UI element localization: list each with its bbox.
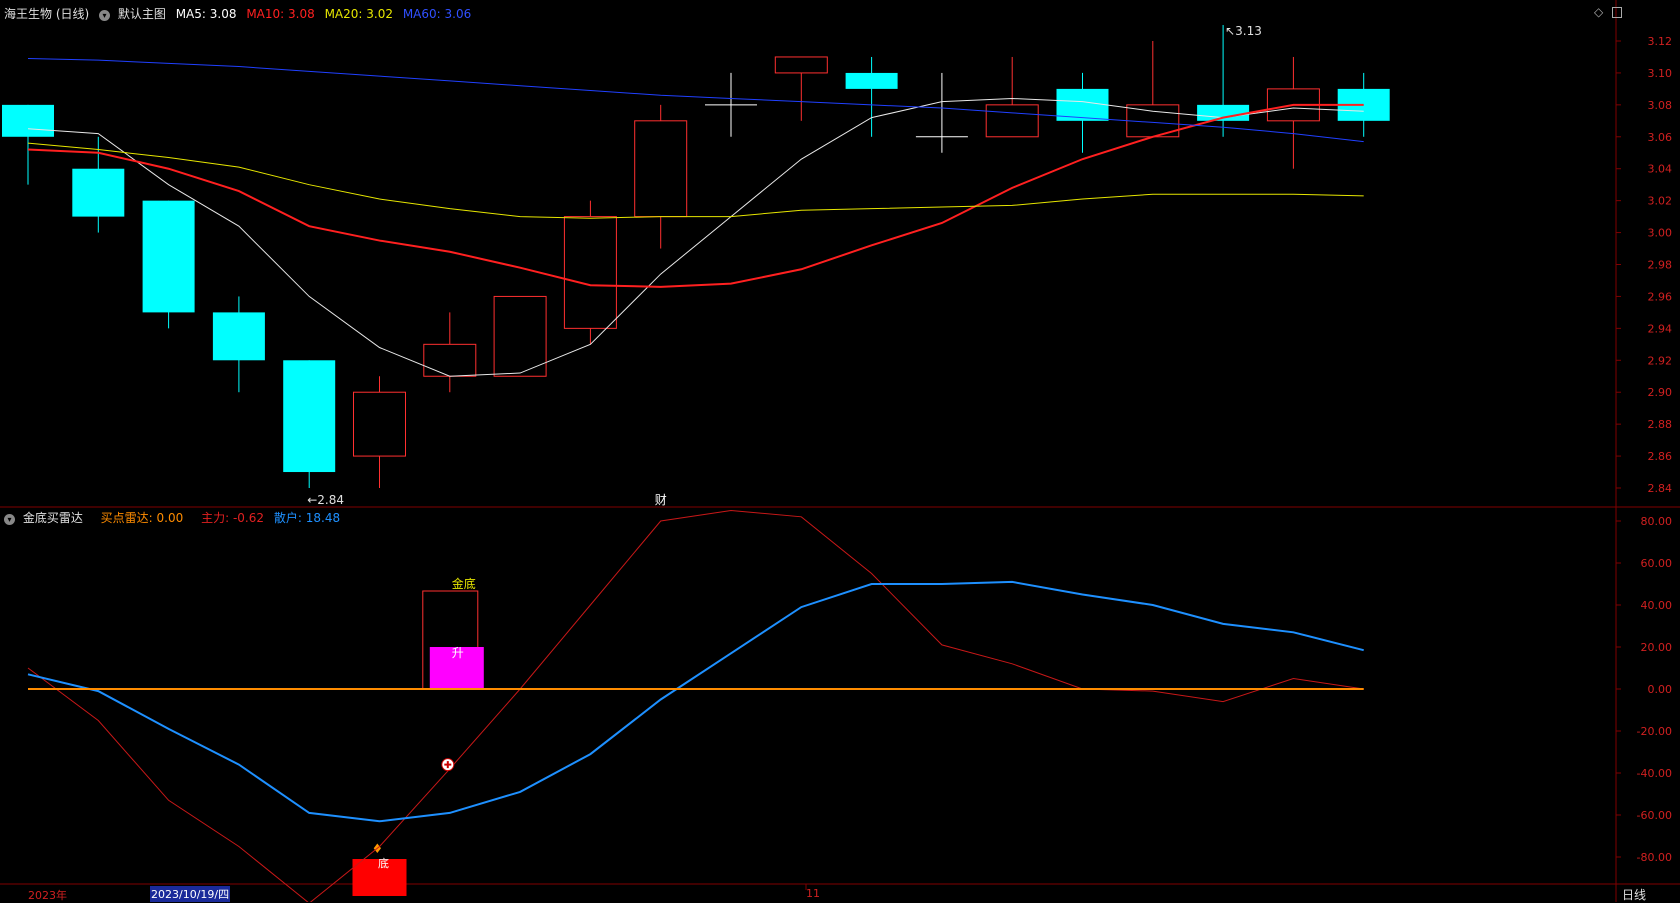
indicator-tick-label: -20.00 bbox=[1637, 725, 1672, 738]
candle-body bbox=[774, 56, 828, 74]
indicator-tick-label: -80.00 bbox=[1637, 851, 1672, 864]
sub-indicator-axis: 80.00 60.00 40.00 20.00 0.00 -20.00 -40.00 -60.… bbox=[1616, 515, 1672, 864]
ma5-label: MA5: 3.08 bbox=[175, 7, 237, 21]
candle bbox=[845, 56, 898, 137]
price-tick-label: 2.88 bbox=[1648, 418, 1673, 431]
candlestick-series[interactable] bbox=[2, 25, 1390, 488]
candle-body bbox=[845, 72, 898, 89]
high-price-label: ↖3.13 bbox=[1225, 24, 1262, 38]
candle bbox=[493, 295, 547, 377]
low-price-label: ←2.84 bbox=[307, 493, 344, 507]
cursor-date-label: 2023/10/19/四 bbox=[150, 886, 231, 902]
ma-line-ma20 bbox=[27, 142, 1364, 219]
candle bbox=[142, 200, 195, 329]
candle-body bbox=[563, 216, 617, 329]
indicator-name[interactable]: 金底买雷达 bbox=[23, 511, 83, 525]
price-tick-label: 3.02 bbox=[1648, 195, 1673, 208]
candle bbox=[212, 296, 265, 393]
gold-bottom-label: 金底 bbox=[452, 576, 476, 591]
price-tick-label: 2.98 bbox=[1648, 259, 1673, 272]
candle bbox=[915, 72, 968, 153]
template-name[interactable]: 默认主图 bbox=[118, 7, 166, 21]
price-tick-label: 3.06 bbox=[1648, 131, 1673, 144]
candle bbox=[774, 56, 828, 121]
chart-frame bbox=[0, 0, 1680, 902]
main-header: 海王生物 (日线) ▾ 默认主图 MA5: 3.08 MA10: 3.08 MA… bbox=[4, 5, 477, 22]
candle-body bbox=[985, 104, 1039, 138]
indicator-bars: 金底升底♦ bbox=[352, 576, 484, 896]
candle bbox=[985, 56, 1039, 138]
indicator-tick-label: -60.00 bbox=[1637, 809, 1672, 822]
candle bbox=[705, 72, 757, 137]
price-tick-label: 2.94 bbox=[1648, 322, 1673, 335]
candle bbox=[283, 360, 336, 488]
chart-annotations: ←2.84 ↖3.13 财 bbox=[307, 24, 1262, 507]
candle bbox=[423, 312, 477, 393]
indicator-tick-label: 40.00 bbox=[1641, 599, 1673, 612]
ma10-label: MA10: 3.08 bbox=[246, 7, 315, 21]
candle-body bbox=[142, 200, 195, 313]
candle-body bbox=[423, 343, 477, 377]
indicator-tick-label: 20.00 bbox=[1641, 641, 1673, 654]
retail-label: 散户: 18.48 bbox=[273, 511, 341, 525]
ma-line-ma60 bbox=[27, 58, 1364, 143]
window-restore-icon[interactable] bbox=[1612, 7, 1622, 18]
candle bbox=[1056, 72, 1109, 153]
price-tick-label: 3.00 bbox=[1648, 227, 1673, 240]
candle-body bbox=[2, 104, 54, 137]
price-tick-label: 3.10 bbox=[1648, 67, 1673, 80]
price-tick-label: 3.12 bbox=[1648, 35, 1673, 48]
price-tick-label: 3.04 bbox=[1648, 163, 1673, 176]
diamond-icon[interactable]: ◇ bbox=[1594, 5, 1603, 19]
candle bbox=[1197, 25, 1250, 137]
candle-body bbox=[493, 295, 547, 377]
bottom-bar-label: 底 bbox=[378, 856, 389, 870]
price-tick-label: 2.84 bbox=[1648, 482, 1673, 495]
price-tick-label: 2.96 bbox=[1648, 290, 1673, 303]
price-tick-label: 2.92 bbox=[1648, 354, 1673, 367]
month-label: 11 bbox=[806, 887, 820, 900]
indicator-tick-label: -40.00 bbox=[1637, 767, 1672, 780]
candle-body bbox=[72, 168, 125, 217]
main-price-axis: 3.12 3.10 3.08 3.06 3.04 3.02 3.00 2.98 2.96 2.94… bbox=[1616, 35, 1672, 495]
ma20-label: MA20: 3.02 bbox=[324, 7, 393, 21]
indicator-tick-label: 80.00 bbox=[1641, 515, 1673, 528]
sub-header: ▾ 金底买雷达 买点雷达: 0.00 主力: -0.62 散户: 18.48 bbox=[4, 509, 346, 526]
indicator-line bbox=[27, 509, 1364, 902]
template-chevron-icon[interactable]: ▾ bbox=[99, 10, 111, 21]
indicator-tick-label: 60.00 bbox=[1641, 557, 1673, 570]
indicator-lines bbox=[27, 509, 1364, 902]
finance-marker: 财 bbox=[655, 493, 667, 507]
buy-radar-label: 买点雷达: 0.00 bbox=[100, 511, 184, 525]
price-tick-label: 2.86 bbox=[1648, 450, 1673, 463]
period-button[interactable]: 日线 bbox=[1622, 886, 1646, 903]
candle bbox=[563, 200, 617, 345]
price-tick-label: 3.08 bbox=[1648, 99, 1673, 112]
candle-body bbox=[212, 312, 265, 361]
candle-body bbox=[634, 120, 688, 218]
rise-bar-label: 升 bbox=[452, 646, 464, 660]
candle bbox=[1266, 56, 1320, 169]
stock-title[interactable]: 海王生物 (日线) bbox=[4, 7, 89, 21]
candle bbox=[634, 104, 688, 249]
candle-body bbox=[353, 391, 406, 457]
chart-canvas[interactable]: 3.12 3.10 3.08 3.06 3.04 3.02 3.00 2.98 2.96 2.94… bbox=[0, 0, 1680, 902]
candle bbox=[353, 376, 406, 488]
main-force-label: 主力: -0.62 bbox=[201, 511, 265, 525]
indicator-line bbox=[27, 580, 1364, 823]
ma-line-ma10 bbox=[27, 103, 1364, 288]
ma60-label: MA60: 3.06 bbox=[402, 7, 472, 21]
indicator-tick-label: 0.00 bbox=[1648, 683, 1673, 696]
candle-body bbox=[283, 360, 336, 473]
year-label: 2023年 bbox=[28, 889, 67, 902]
price-tick-label: 2.90 bbox=[1648, 386, 1673, 399]
indicator-chevron-icon[interactable]: ▾ bbox=[4, 514, 15, 525]
